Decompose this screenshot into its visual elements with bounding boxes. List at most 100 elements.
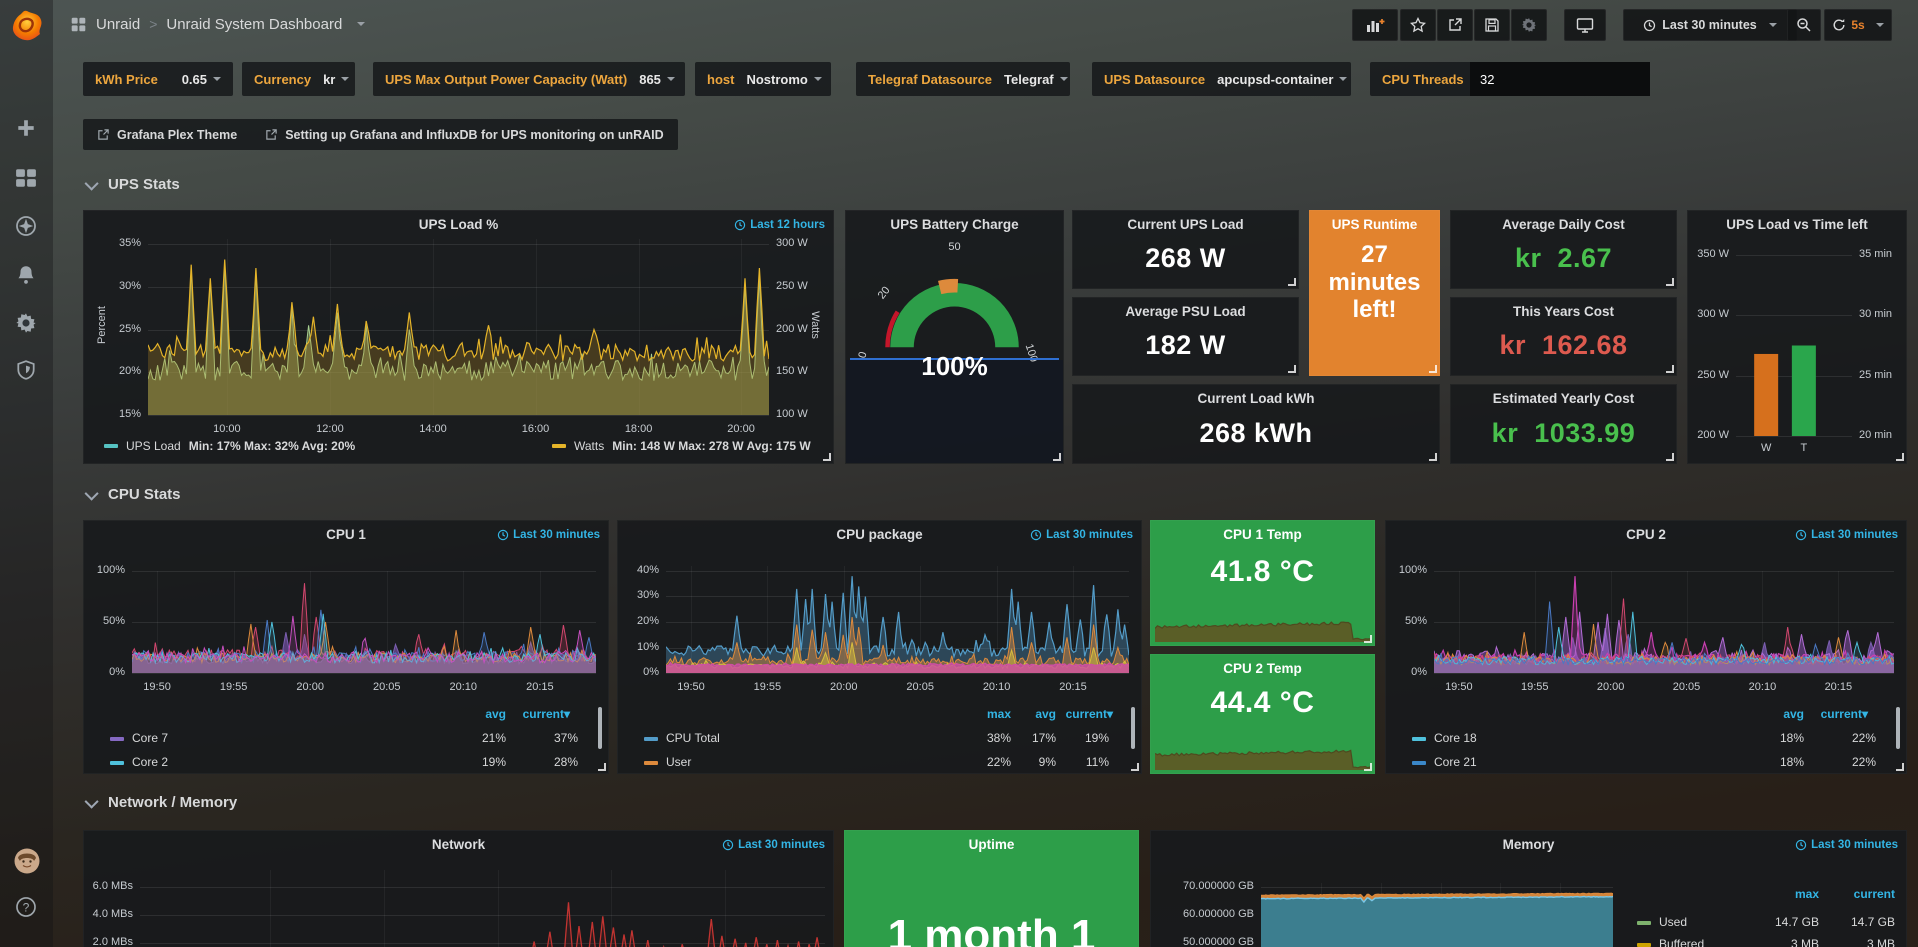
alerting-bell-icon[interactable]: [15, 264, 37, 286]
section-network-memory[interactable]: Network / Memory: [88, 794, 237, 811]
panel-resize-handle[interactable]: [823, 453, 831, 461]
legend-swatch: [1412, 761, 1426, 765]
variable-telegraf-datasource[interactable]: Telegraf Datasource Telegraf: [856, 62, 1070, 96]
panel-resize-handle[interactable]: [1666, 278, 1674, 286]
panel-resize-handle[interactable]: [1364, 635, 1372, 643]
grafana-logo-icon[interactable]: [10, 9, 44, 43]
legend-series-name[interactable]: User: [666, 755, 691, 769]
save-button[interactable]: [1474, 9, 1510, 41]
panel-title[interactable]: UPS Runtime: [1310, 217, 1439, 232]
panel-title[interactable]: Estimated Yearly Cost: [1451, 391, 1676, 406]
panel-time-range[interactable]: Last 30 minutes: [1030, 529, 1133, 541]
ups-bars-plot[interactable]: [1736, 255, 1852, 436]
panel-resize-handle[interactable]: [1053, 453, 1061, 461]
legend-header-current[interactable]: current: [1823, 887, 1895, 901]
panel-title[interactable]: Average PSU Load: [1073, 304, 1298, 319]
panel-time-range[interactable]: Last 30 minutes: [497, 529, 600, 541]
legend-scrollbar[interactable]: [1896, 707, 1900, 749]
panel-resize-handle[interactable]: [1896, 763, 1904, 771]
help-icon[interactable]: ?: [15, 896, 37, 918]
cpu1-plot[interactable]: [132, 571, 596, 673]
axis-tick-label: 0%: [617, 666, 659, 678]
chevron-down-icon[interactable]: [357, 22, 365, 26]
legend-header-current[interactable]: current▾: [1808, 707, 1868, 721]
panel-resize-handle[interactable]: [1429, 365, 1437, 373]
panel-title[interactable]: Network: [84, 837, 833, 852]
legend-scrollbar[interactable]: [1131, 707, 1135, 749]
panel-resize-handle[interactable]: [598, 763, 606, 771]
variable-currency[interactable]: Currency kr: [242, 62, 355, 96]
network-plot[interactable]: [140, 870, 825, 947]
variable-kwh-price[interactable]: kWh Price 0.65: [83, 62, 233, 96]
legend-header-max[interactable]: max: [967, 707, 1011, 721]
panel-time-range[interactable]: Last 30 minutes: [1795, 839, 1898, 851]
dashboards-icon[interactable]: [15, 167, 37, 189]
cpu-threads-input[interactable]: [1470, 62, 1650, 96]
panel-title[interactable]: UPS Battery Charge: [846, 217, 1063, 232]
legend-header-current[interactable]: current▾: [1053, 707, 1113, 721]
legend-header-max[interactable]: max: [1747, 887, 1819, 901]
legend-header-current[interactable]: current▾: [510, 707, 570, 721]
admin-shield-icon[interactable]: [15, 359, 37, 381]
legend-row: Used 14.7 GB 14.7 GB: [1151, 915, 1906, 932]
dashboard-link[interactable]: Grafana Plex Theme: [97, 128, 237, 142]
panel-title[interactable]: CPU 2 Temp: [1151, 661, 1374, 676]
dashboard-link[interactable]: Setting up Grafana and InfluxDB for UPS …: [265, 128, 663, 142]
panel-resize-handle[interactable]: [1666, 453, 1674, 461]
breadcrumb-root[interactable]: Unraid: [96, 16, 140, 33]
cycle-view-monitor-button[interactable]: [1564, 9, 1606, 41]
panel-title[interactable]: Memory: [1151, 837, 1906, 852]
cpu-package-plot[interactable]: [666, 566, 1129, 673]
panel-time-range[interactable]: Last 12 hours: [734, 219, 825, 231]
panel-title[interactable]: Current Load kWh: [1073, 391, 1439, 406]
add-panel-button[interactable]: [1352, 9, 1398, 41]
legend-series-name[interactable]: CPU Total: [666, 731, 720, 745]
panel-title[interactable]: Current UPS Load: [1073, 217, 1298, 232]
panel-time-range[interactable]: Last 30 minutes: [1795, 529, 1898, 541]
legend-series-name[interactable]: Core 21: [1434, 755, 1477, 769]
variable-ups-max-power[interactable]: UPS Max Output Power Capacity (Watt) 865: [373, 62, 685, 96]
explore-compass-icon[interactable]: [15, 215, 37, 237]
section-cpu-stats[interactable]: CPU Stats: [88, 486, 181, 503]
legend-scrollbar[interactable]: [598, 707, 602, 749]
user-avatar[interactable]: [14, 848, 40, 874]
panel-resize-handle[interactable]: [1288, 278, 1296, 286]
panel-title[interactable]: UPS Load %: [84, 217, 833, 232]
variable-ups-datasource[interactable]: UPS Datasource apcupsd-container: [1092, 62, 1351, 96]
legend-header-avg[interactable]: avg: [466, 707, 506, 721]
panel-resize-handle[interactable]: [1364, 763, 1372, 771]
zoom-out-button[interactable]: [1787, 9, 1821, 41]
section-ups-stats[interactable]: UPS Stats: [88, 176, 180, 193]
legend-header-avg[interactable]: avg: [1012, 707, 1056, 721]
ups-load-plot[interactable]: [148, 239, 769, 415]
panel-resize-handle[interactable]: [1666, 365, 1674, 373]
panel-title[interactable]: This Years Cost: [1451, 304, 1676, 319]
panel-title[interactable]: Average Daily Cost: [1451, 217, 1676, 232]
panel-resize-handle[interactable]: [1429, 453, 1437, 461]
time-range-picker[interactable]: Last 30 minutes: [1623, 9, 1797, 41]
breadcrumb-page[interactable]: Unraid System Dashboard: [166, 16, 342, 33]
legend-series-name[interactable]: Core 18: [1434, 731, 1477, 745]
refresh-picker[interactable]: 5s: [1824, 9, 1892, 41]
legend-header-avg[interactable]: avg: [1764, 707, 1804, 721]
configuration-gear-icon[interactable]: [15, 312, 37, 334]
cpu2-plot[interactable]: [1434, 571, 1894, 673]
panel-resize-handle[interactable]: [1288, 365, 1296, 373]
panel-resize-handle[interactable]: [1131, 763, 1139, 771]
legend-item-ups-load[interactable]: UPS Load Min: 17% Max: 32% Avg: 20%: [104, 439, 355, 453]
panel-time-range[interactable]: Last 30 minutes: [722, 839, 825, 851]
create-plus-icon[interactable]: [15, 117, 37, 139]
legend-item-watts[interactable]: Watts Min: 148 W Max: 278 W Avg: 175 W: [552, 439, 811, 453]
legend-series-name[interactable]: Core 2: [132, 755, 168, 769]
legend-series-name[interactable]: Core 7: [132, 731, 168, 745]
panel-title[interactable]: CPU 1 Temp: [1151, 527, 1374, 542]
legend-series-name[interactable]: Used: [1659, 915, 1687, 929]
legend-series-name[interactable]: Buffered: [1659, 937, 1704, 947]
share-button[interactable]: [1437, 9, 1473, 41]
panel-title[interactable]: Uptime: [845, 837, 1138, 852]
panel-resize-handle[interactable]: [1896, 453, 1904, 461]
dashboard-settings-button[interactable]: [1511, 9, 1547, 41]
star-button[interactable]: [1400, 9, 1436, 41]
panel-title[interactable]: UPS Load vs Time left: [1688, 217, 1906, 232]
variable-host[interactable]: host Nostromo: [695, 62, 831, 96]
